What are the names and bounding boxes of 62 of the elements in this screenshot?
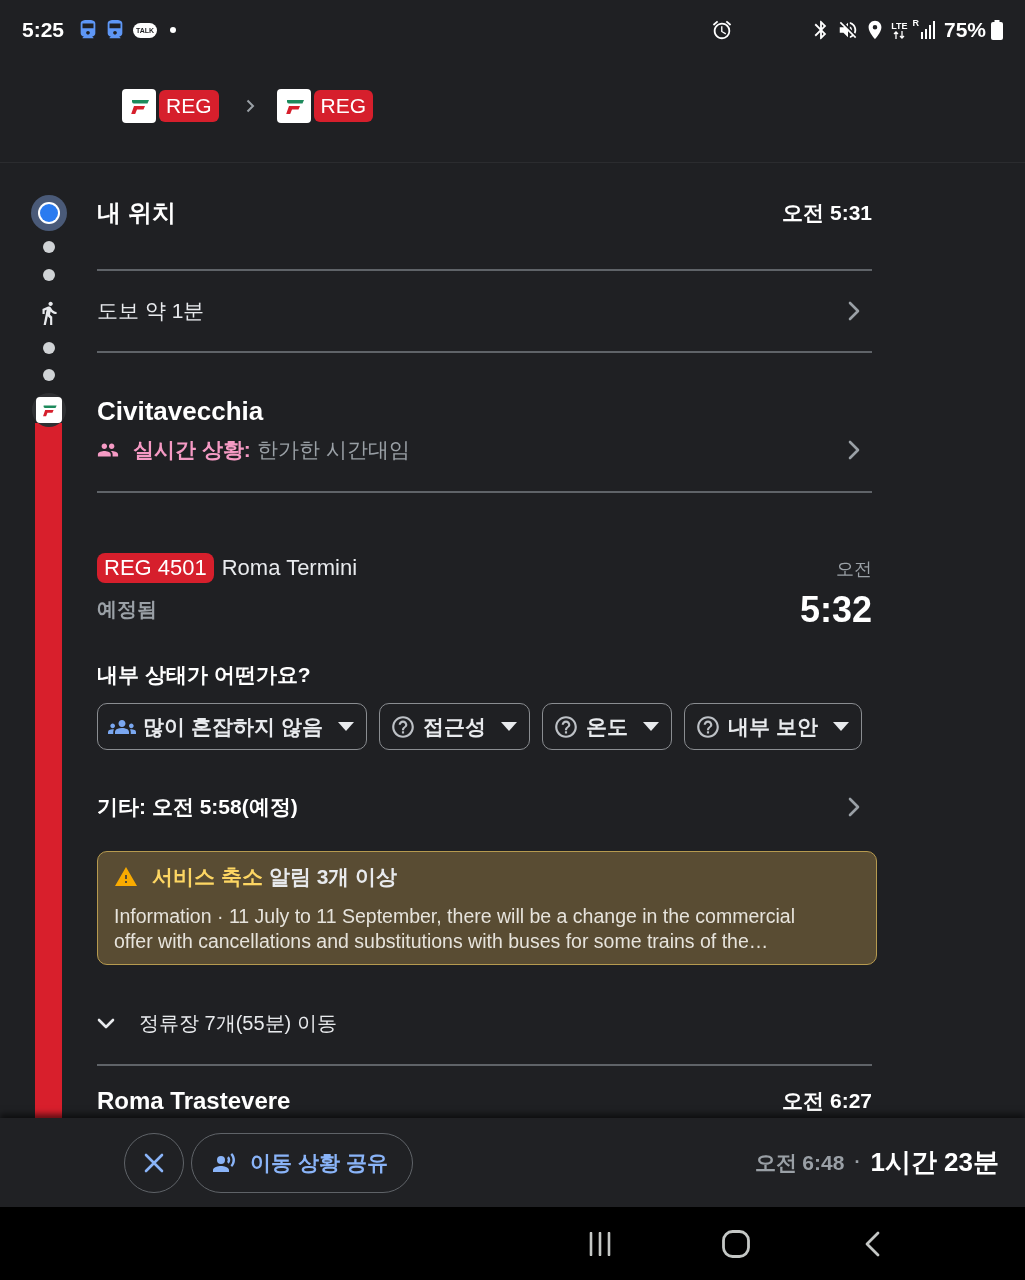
station-name: Civitavecchia <box>97 395 264 427</box>
time-period: 오전 <box>836 559 872 579</box>
next-stop-time: 오전 6:27 <box>782 1088 872 1114</box>
train-logo-icon <box>122 89 156 123</box>
trip-duration: 1시간 23분 <box>870 1146 999 1179</box>
condition-dropdown[interactable]: 온도 <box>541 703 672 750</box>
chevron-right-icon <box>245 99 255 113</box>
notification-dot-icon <box>170 27 177 33</box>
alert-title: 알림 3개 이상 <box>268 864 398 890</box>
dropdown-caret-icon <box>642 722 659 731</box>
chevron-right-icon <box>848 301 860 321</box>
chevron-right-icon <box>848 797 860 817</box>
alert-highlight: 서비스 축소 <box>152 864 263 890</box>
help-icon <box>389 713 416 740</box>
train-logo-icon <box>31 393 66 427</box>
service-alert-card[interactable]: 서비스 축소 알림 3개 이상 Information · 11 July to 11 September, there will be a change in the commercial offer with cancellations and substitutions with buses for some trains of the… <box>97 851 877 965</box>
current-location-icon <box>30 195 67 231</box>
battery-level: 75% <box>943 18 986 42</box>
conditions-question: 내부 상태가 어떤가요? <box>97 662 311 688</box>
close-icon <box>144 1152 164 1173</box>
walk-duration: 도보 약 1분 <box>97 298 205 324</box>
alarm-icon <box>711 19 734 41</box>
network-type: LTE <box>891 21 908 31</box>
path-dot-icon <box>42 369 55 381</box>
departure-time: 5:32 <box>799 590 872 630</box>
signal-icon <box>920 21 935 39</box>
back-icon[interactable] <box>864 1230 880 1257</box>
path-dot-icon <box>42 269 55 281</box>
dropdown-caret-icon <box>832 722 849 731</box>
data-arrows-icon <box>893 30 906 39</box>
condition-dropdown[interactable]: 내부 보안 <box>683 703 862 750</box>
route-badge: REG <box>313 90 374 122</box>
arrival-time: 오전 6:48 <box>754 1149 845 1176</box>
route-badge: REG <box>159 90 219 122</box>
next-stop-name: Roma Trastevere <box>97 1088 291 1114</box>
separator: · <box>854 1152 861 1173</box>
path-dot-icon <box>42 241 55 253</box>
home-icon[interactable] <box>722 1229 750 1258</box>
help-icon <box>694 713 721 740</box>
other-departures: 기타: 오전 5:58(예정) <box>97 794 298 820</box>
schedule-status: 예정됨 <box>97 597 157 622</box>
chevron-right-icon <box>848 440 860 460</box>
train-line-badge: REG 4501 <box>97 553 214 583</box>
alert-description: Information · 11 July to 11 September, there will be a change in the commercial offer with cancellations and substitutions with buses for some trains of the… <box>114 904 797 954</box>
path-dot-icon <box>42 342 55 354</box>
warning-icon <box>114 865 138 889</box>
live-status-value: 한가한 시간대임 <box>256 437 410 463</box>
dropdown-caret-icon <box>500 722 517 731</box>
train-logo-icon <box>276 89 311 123</box>
train-destination: Roma Termini <box>221 554 358 582</box>
start-time: 오전 5:31 <box>782 200 872 226</box>
roaming-indicator: R <box>912 19 919 28</box>
battery-icon <box>991 20 1003 40</box>
help-icon <box>552 713 579 740</box>
status-time: 5:25 <box>22 18 65 42</box>
condition-dropdown[interactable]: 접근성 <box>378 703 530 750</box>
recent-apps-icon[interactable] <box>588 1231 612 1256</box>
origin-name: 내 위치 <box>97 199 176 227</box>
condition-dropdown[interactable]: 많이 혼잡하지 않음 <box>97 703 367 750</box>
stops-toggle[interactable]: 정류장 7개(55분) 이동 <box>97 997 337 1049</box>
dropdown-caret-icon <box>337 722 354 731</box>
live-status-label: 실시간 상황: <box>133 437 251 463</box>
